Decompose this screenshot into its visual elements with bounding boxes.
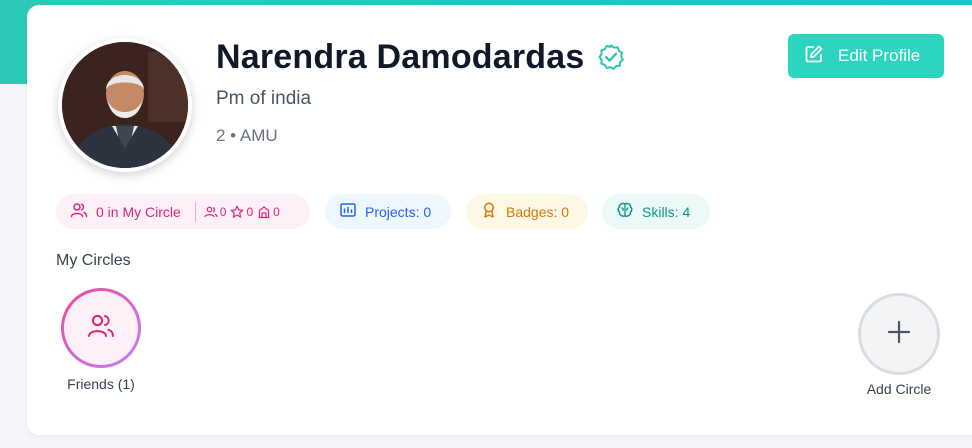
users-icon — [70, 201, 96, 222]
brain-icon — [616, 201, 642, 222]
badges-label: Badges: 0 — [506, 203, 570, 220]
profile-meta: 2 • AMU — [216, 126, 278, 145]
edit-profile-label: Edit Profile — [838, 46, 921, 65]
badges-stat[interactable]: Badges: 0 — [466, 194, 588, 229]
plus-icon — [886, 319, 912, 350]
name-row: Narendra Damodardas — [216, 34, 625, 80]
circle-item-label: Friends (1) — [67, 376, 135, 392]
section-title-my-circles: My Circles — [56, 252, 131, 269]
circle-orgs-count: 0 — [257, 205, 280, 219]
skills-label: Skills: 4 — [642, 203, 691, 220]
circle-stars-count: 0 — [230, 205, 253, 219]
skills-stat[interactable]: Skills: 4 — [602, 194, 710, 229]
circle-people-count: 0 — [204, 204, 227, 219]
avatar-photo — [62, 42, 188, 168]
projects-label: Projects: 0 — [365, 203, 432, 220]
profile-name: Narendra Damodardas — [216, 37, 585, 76]
circle-people-value: 0 — [219, 204, 227, 219]
star-icon — [231, 205, 244, 218]
avatar — [58, 38, 192, 172]
edit-profile-button[interactable]: Edit Profile — [788, 34, 944, 78]
my-circle-label: 0 in My Circle — [96, 203, 181, 220]
building-icon — [258, 205, 270, 218]
check-badge-icon — [597, 43, 625, 71]
award-icon — [480, 201, 506, 222]
circle-item-bg — [64, 291, 138, 365]
chart-board-icon — [339, 201, 365, 222]
my-circle-stat[interactable]: 0 in My Circle 0 0 0 — [56, 194, 310, 229]
divider — [194, 201, 196, 222]
circle-stars-value: 0 — [246, 204, 254, 219]
users-icon — [86, 311, 116, 346]
circle-orgs-value: 0 — [273, 204, 280, 219]
users-icon — [204, 206, 218, 217]
profile-title: Pm of india — [216, 88, 312, 109]
add-circle-button[interactable] — [858, 293, 940, 375]
edit-icon — [804, 44, 824, 69]
circle-item-friends[interactable] — [61, 288, 141, 368]
add-circle-label: Add Circle — [866, 381, 932, 397]
projects-stat[interactable]: Projects: 0 — [325, 194, 451, 229]
